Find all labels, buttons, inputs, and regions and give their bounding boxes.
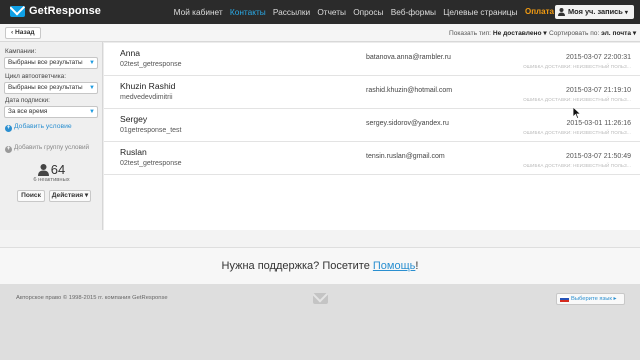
chevron-down-icon: ▼: [89, 60, 95, 66]
russian-flag-icon: [560, 296, 569, 302]
contact-name[interactable]: Khuzin Rashid: [120, 81, 175, 91]
chevron-down-icon: ▾: [624, 10, 628, 16]
contact-status: ОШИБКА ДОСТАВКИ: НЕИЗВЕСТНЫЙ ПОЛЬЗ...: [523, 163, 631, 168]
sort-label: Сортировать по:: [549, 30, 600, 37]
autoresponder-label: Цикл автоответчика:: [5, 73, 66, 80]
main-nav: Мой кабинет Контакты Рассылки Отчеты Опр…: [170, 0, 521, 24]
nav-item-dashboard[interactable]: Мой кабинет: [170, 0, 226, 24]
campaigns-select[interactable]: Выбраны все результаты ▼: [4, 57, 98, 69]
campaigns-label: Кампании:: [5, 48, 37, 55]
contact-date: 2015-03-07 22:00:31: [566, 54, 631, 61]
contact-name[interactable]: Sergey: [120, 114, 147, 124]
nav-item-surveys[interactable]: Опросы: [350, 0, 387, 24]
contact-campaign: 02test_getresponse: [120, 160, 182, 167]
contact-campaign: medvedevdimitrii: [120, 94, 173, 101]
plus-icon: +: [5, 125, 12, 132]
contact-count-value: 64: [50, 162, 66, 177]
support-text-end: !: [415, 260, 419, 272]
contact-status: ОШИБКА ДОСТАВКИ: НЕИЗВЕСТНЫЙ ПОЛЬЗ...: [523, 130, 631, 135]
copyright-text: Авторское право © 1998-2015 гг. компания…: [16, 295, 168, 301]
contact-email: rashid.khuzin@hotmail.com: [366, 87, 453, 94]
nav-item-reports[interactable]: Отчеты: [314, 0, 350, 24]
contact-row[interactable]: Anna 02test_getresponse batanova.anna@ra…: [104, 43, 640, 76]
contact-email: sergey.sidorov@yandex.ru: [366, 120, 449, 127]
contact-campaign: 01getresponse_test: [120, 127, 182, 134]
language-select-button[interactable]: Выберите язык ▸: [556, 293, 625, 305]
account-menu-button[interactable]: Моя уч. запись ▾: [555, 5, 634, 19]
contact-date: 2015-03-07 21:19:10: [566, 87, 631, 94]
envelope-logo-icon: [313, 293, 328, 304]
contact-email: tensin.ruslan@gmail.com: [366, 153, 445, 160]
chevron-down-icon: ▼: [89, 109, 95, 115]
support-text: Нужна поддержка? Посетите: [221, 260, 373, 272]
logo-text: GetResponse: [29, 5, 102, 17]
envelope-logo-icon: [10, 5, 25, 17]
support-banner: Нужна поддержка? Посетите Помощь!: [0, 248, 640, 284]
contact-list: Anna 02test_getresponse batanova.anna@ra…: [104, 43, 640, 230]
footer: Авторское право © 1998-2015 гг. компания…: [0, 284, 640, 360]
nav-item-landing-pages[interactable]: Целевые страницы: [440, 0, 522, 24]
subscription-date-value: За все время: [8, 108, 48, 115]
mouse-cursor-icon: [573, 107, 581, 119]
inactive-count: 6 неактивных: [33, 177, 70, 183]
add-condition-group-link[interactable]: + Добавить группу условий: [5, 144, 89, 153]
show-type-filter[interactable]: Показать тип: Не доставлено ▾: [449, 29, 547, 37]
top-navigation-bar: GetResponse Мой кабинет Контакты Рассылк…: [0, 0, 640, 24]
back-button[interactable]: ‹ Назад: [5, 27, 41, 39]
account-label: Моя уч. запись: [568, 7, 623, 16]
sort-by-filter[interactable]: Сортировать по: эл. почта ▾: [549, 29, 636, 37]
help-link[interactable]: Помощь: [373, 260, 416, 272]
filter-sidebar: Кампании: Выбраны все результаты ▼ Цикл …: [0, 42, 103, 230]
contact-row[interactable]: Ruslan 02test_getresponse tensin.ruslan@…: [104, 142, 640, 175]
nav-item-contacts[interactable]: Контакты: [226, 0, 269, 24]
subscription-date-select[interactable]: За все время ▼: [4, 106, 98, 118]
plus-icon: +: [5, 146, 12, 153]
nav-item-webforms[interactable]: Веб-формы: [387, 0, 439, 24]
add-condition-link[interactable]: + Добавить условие: [5, 123, 72, 132]
contact-row[interactable]: Sergey 01getresponse_test sergey.sidorov…: [104, 109, 640, 142]
user-icon: [37, 163, 49, 176]
autoresponder-select[interactable]: Выбраны все результаты ▼: [4, 82, 98, 94]
language-button-label: Выберите язык ▸: [571, 296, 617, 302]
add-condition-label: Добавить условие: [14, 123, 72, 130]
contact-date: 2015-03-07 21:50:49: [566, 153, 631, 160]
contact-name[interactable]: Anna: [120, 48, 140, 58]
add-group-label: Добавить группу условий: [14, 144, 90, 151]
contact-status: ОШИБКА ДОСТАВКИ: НЕИЗВЕСТНЫЙ ПОЛЬЗ...: [523, 97, 631, 102]
contact-campaign: 02test_getresponse: [120, 61, 182, 68]
getresponse-logo[interactable]: GetResponse: [10, 5, 101, 17]
sort-value[interactable]: эл. почта ▾: [601, 30, 636, 37]
show-type-label: Показать тип:: [449, 30, 491, 37]
chevron-down-icon: ▼: [89, 85, 95, 91]
contact-name[interactable]: Ruslan: [120, 147, 147, 157]
list-bottom-spacer: [0, 230, 640, 248]
contact-row[interactable]: Khuzin Rashid medvedevdimitrii rashid.kh…: [104, 76, 640, 109]
nav-item-newsletters[interactable]: Рассылки: [269, 0, 313, 24]
contact-date: 2015-03-01 11:26:16: [566, 120, 631, 127]
campaigns-select-value: Выбраны все результаты: [8, 59, 83, 66]
contact-status: ОШИБКА ДОСТАВКИ: НЕИЗВЕСТНЫЙ ПОЛЬЗ...: [523, 64, 631, 69]
autoresponder-select-value: Выбраны все результаты: [8, 84, 83, 91]
contact-email: batanova.anna@rambler.ru: [366, 54, 451, 61]
subscription-date-label: Дата подписки:: [5, 97, 50, 104]
user-icon: [558, 8, 565, 16]
show-type-value[interactable]: Не доставлено ▾: [493, 30, 547, 37]
payment-link[interactable]: Оплата: [525, 0, 554, 24]
search-button[interactable]: Поиск: [17, 190, 45, 202]
list-toolbar: ‹ Назад Показать тип: Не доставлено ▾ Со…: [0, 24, 640, 42]
actions-button[interactable]: Действия ▾: [49, 190, 91, 202]
